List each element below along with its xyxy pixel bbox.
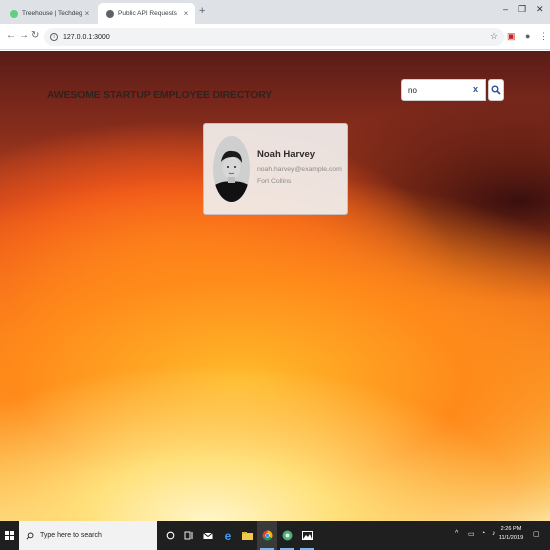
employee-card[interactable]: Noah Harvey noah.harvey@example.com Fort… [203, 123, 348, 215]
task-view-icon[interactable] [179, 521, 199, 550]
clock[interactable]: 2:26 PM 11/1/2019 [497, 525, 525, 543]
avatar [213, 136, 250, 202]
taskbar-search-box[interactable]: Type here to search [19, 521, 157, 550]
treehouse-icon [10, 9, 18, 18]
address-bar[interactable]: i 127.0.0.1:3000 [44, 28, 504, 46]
close-tab-icon[interactable]: × [181, 9, 191, 18]
close-window-icon[interactable]: ✕ [536, 4, 544, 15]
page-title: Awesome Startup Employee Directory [47, 89, 273, 101]
notifications-icon[interactable]: ▢ [533, 530, 540, 538]
photos-icon[interactable] [297, 521, 317, 550]
search-icon [26, 532, 34, 540]
tab-title: Public API Requests [118, 10, 177, 17]
minimize-icon[interactable]: – [503, 4, 508, 14]
close-tab-icon[interactable]: × [82, 9, 92, 18]
chevron-up-icon[interactable]: ^ [455, 530, 458, 537]
forward-icon[interactable]: → [19, 30, 29, 41]
tab-public-api-requests[interactable]: Public API Requests × [98, 3, 195, 24]
clock-date: 11/1/2019 [498, 535, 524, 541]
globe-icon [106, 9, 114, 18]
page-viewport: Awesome Startup Employee Directory x [0, 51, 550, 521]
employee-city: Fort Collins [257, 177, 292, 185]
clear-search-icon[interactable]: x [473, 84, 478, 94]
reload-icon[interactable]: ↻ [31, 30, 39, 41]
employee-email: noah.harvey@example.com [257, 165, 342, 173]
chrome-icon[interactable] [257, 521, 277, 550]
battery-icon[interactable]: ▭ [468, 530, 475, 538]
search-icon [491, 85, 501, 95]
network-icon[interactable]: ◔ [481, 530, 485, 537]
file-explorer-icon[interactable] [237, 521, 257, 550]
start-button[interactable] [0, 521, 19, 550]
mail-icon[interactable] [198, 521, 218, 550]
browser-toolbar: ← → ↻ i 127.0.0.1:3000 ☆ ▣ ● ⋮ [0, 24, 550, 50]
restore-icon[interactable]: ❐ [518, 4, 526, 15]
cortana-icon[interactable] [160, 521, 180, 550]
url-text: 127.0.0.1:3000 [63, 33, 110, 41]
tab-title: Treehouse | Techdegree [22, 10, 82, 17]
back-icon[interactable]: ← [6, 30, 16, 41]
tab-treehouse[interactable]: Treehouse | Techdegree × [2, 3, 96, 24]
edge-icon[interactable]: e [218, 521, 238, 550]
clock-time: 2:26 PM [500, 526, 522, 532]
windows-logo-icon [5, 531, 14, 540]
extension-icon[interactable]: ▣ [507, 31, 516, 42]
volume-icon[interactable]: ♪ [492, 530, 496, 537]
employee-name: Noah Harvey [257, 148, 316, 160]
info-icon[interactable]: i [50, 33, 58, 41]
new-tab-button[interactable]: + [199, 5, 205, 17]
app-icon-green[interactable] [277, 521, 297, 550]
taskbar-search-placeholder: Type here to search [40, 532, 102, 539]
taskbar: Type here to search e ^ ▭ ◔ ♪ 2:26 PM 11… [0, 521, 550, 550]
profile-icon[interactable]: ● [525, 31, 530, 41]
search-form: x [401, 79, 504, 101]
browser-tab-strip: Treehouse | Techdegree × Public API Requ… [0, 0, 550, 24]
bookmark-star-icon[interactable]: ☆ [490, 31, 498, 42]
search-button[interactable] [488, 79, 504, 101]
menu-kebab-icon[interactable]: ⋮ [539, 31, 548, 42]
